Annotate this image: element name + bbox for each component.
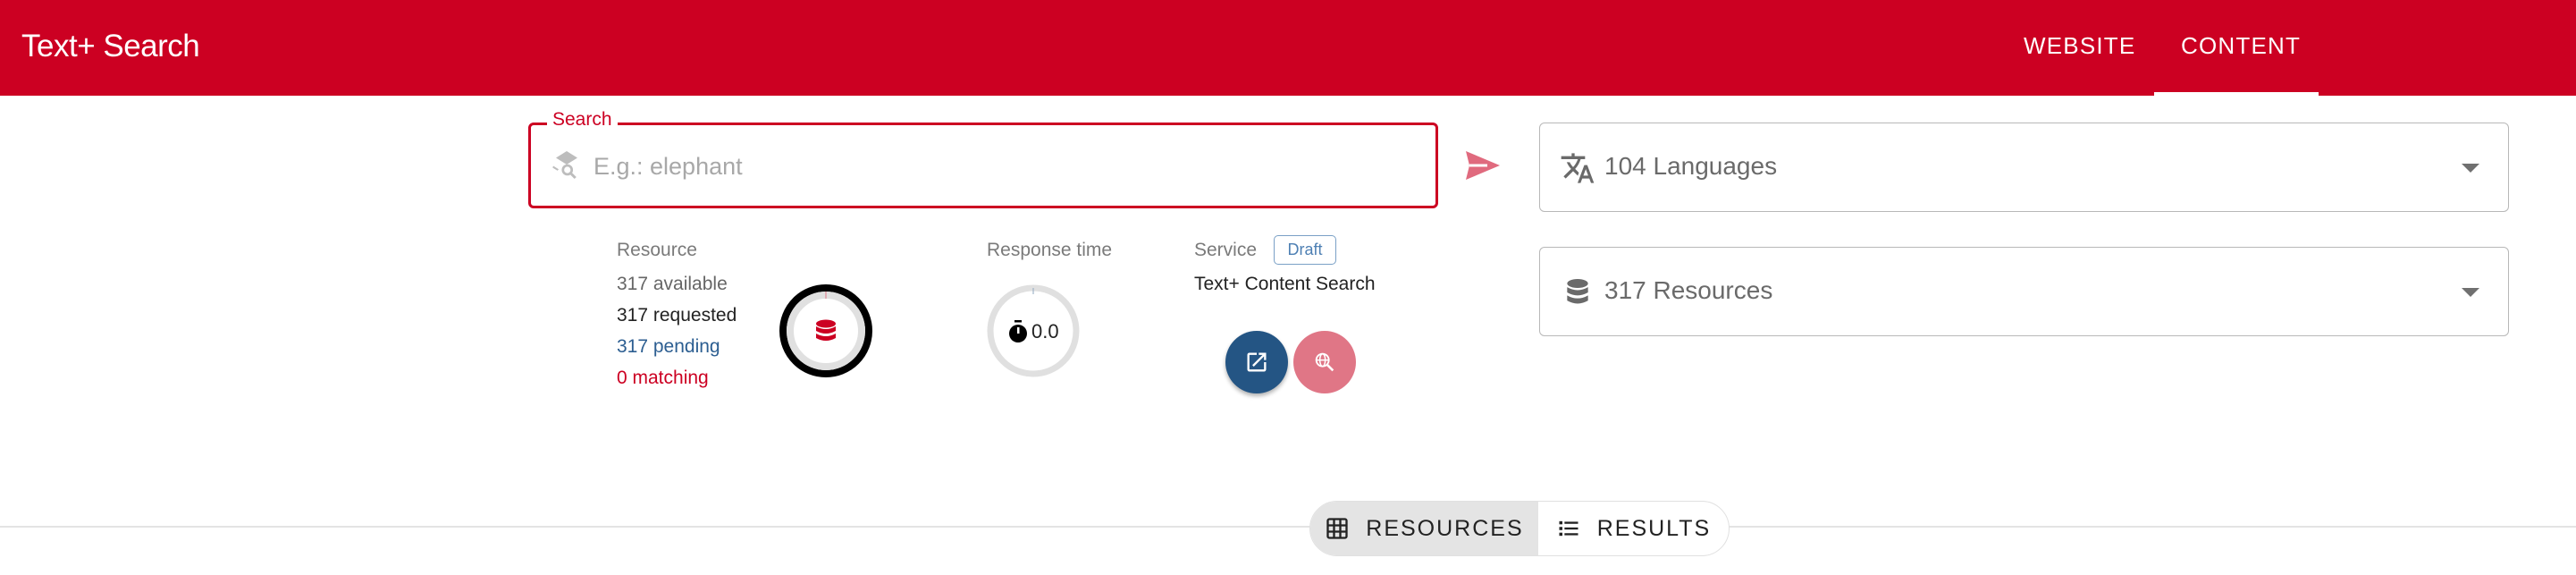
app-title[interactable]: Text+ Search	[21, 29, 200, 64]
explore-service-button[interactable]	[1293, 331, 1356, 393]
search-label: Search	[547, 109, 618, 131]
response-time-label: Response time	[987, 240, 1113, 260]
grid-icon	[1326, 518, 1348, 539]
resource-label: Resource	[617, 240, 697, 260]
resources-requested: 317 requested	[617, 305, 737, 326]
open-service-button[interactable]	[1225, 331, 1288, 393]
send-icon	[1466, 151, 1500, 180]
travel-explore-icon	[1315, 352, 1334, 372]
open-in-new-icon	[1247, 352, 1267, 372]
service-label: Service	[1194, 240, 1258, 260]
manage-search-icon	[551, 148, 583, 181]
resources-select-value: 317 Resources	[1604, 276, 1773, 304]
chevron-down-icon	[2462, 288, 2479, 297]
languages-select-value: 104 Languages	[1604, 152, 1778, 180]
send-button[interactable]	[1462, 147, 1503, 184]
toggle-resources[interactable]: RESOURCES	[1310, 502, 1538, 555]
search-input[interactable]	[592, 143, 1400, 190]
toggle-resources-label: RESOURCES	[1366, 515, 1524, 541]
chevron-down-icon	[2462, 164, 2479, 173]
nav-website[interactable]: WEBSITE	[2024, 32, 2135, 60]
list-icon	[1559, 520, 1578, 537]
resources-available: 317 available	[617, 274, 728, 294]
toggle-results[interactable]: RESULTS	[1538, 502, 1729, 555]
languages-select[interactable]: 104 Languages	[1539, 123, 2509, 212]
view-toggle: RESOURCES RESULTS	[1309, 501, 1730, 556]
resource-progress-gauge	[778, 283, 874, 379]
resources-select[interactable]: 317 Resources	[1539, 247, 2509, 336]
translate-icon	[1561, 153, 1595, 183]
database-icon	[816, 319, 836, 341]
nav-content[interactable]: CONTENT	[2181, 32, 2301, 60]
nav-active-indicator	[2154, 92, 2319, 96]
database-icon	[1567, 279, 1588, 304]
timer-icon	[1009, 320, 1027, 342]
section-divider	[0, 526, 2576, 528]
toggle-results-label: RESULTS	[1596, 515, 1712, 541]
response-time-value: 0.0	[1031, 320, 1059, 342]
resources-matching: 0 matching	[617, 368, 709, 388]
status-badge: Draft	[1274, 235, 1336, 265]
service-name: Text+ Content Search	[1194, 274, 1376, 294]
resources-pending: 317 pending	[617, 336, 720, 357]
